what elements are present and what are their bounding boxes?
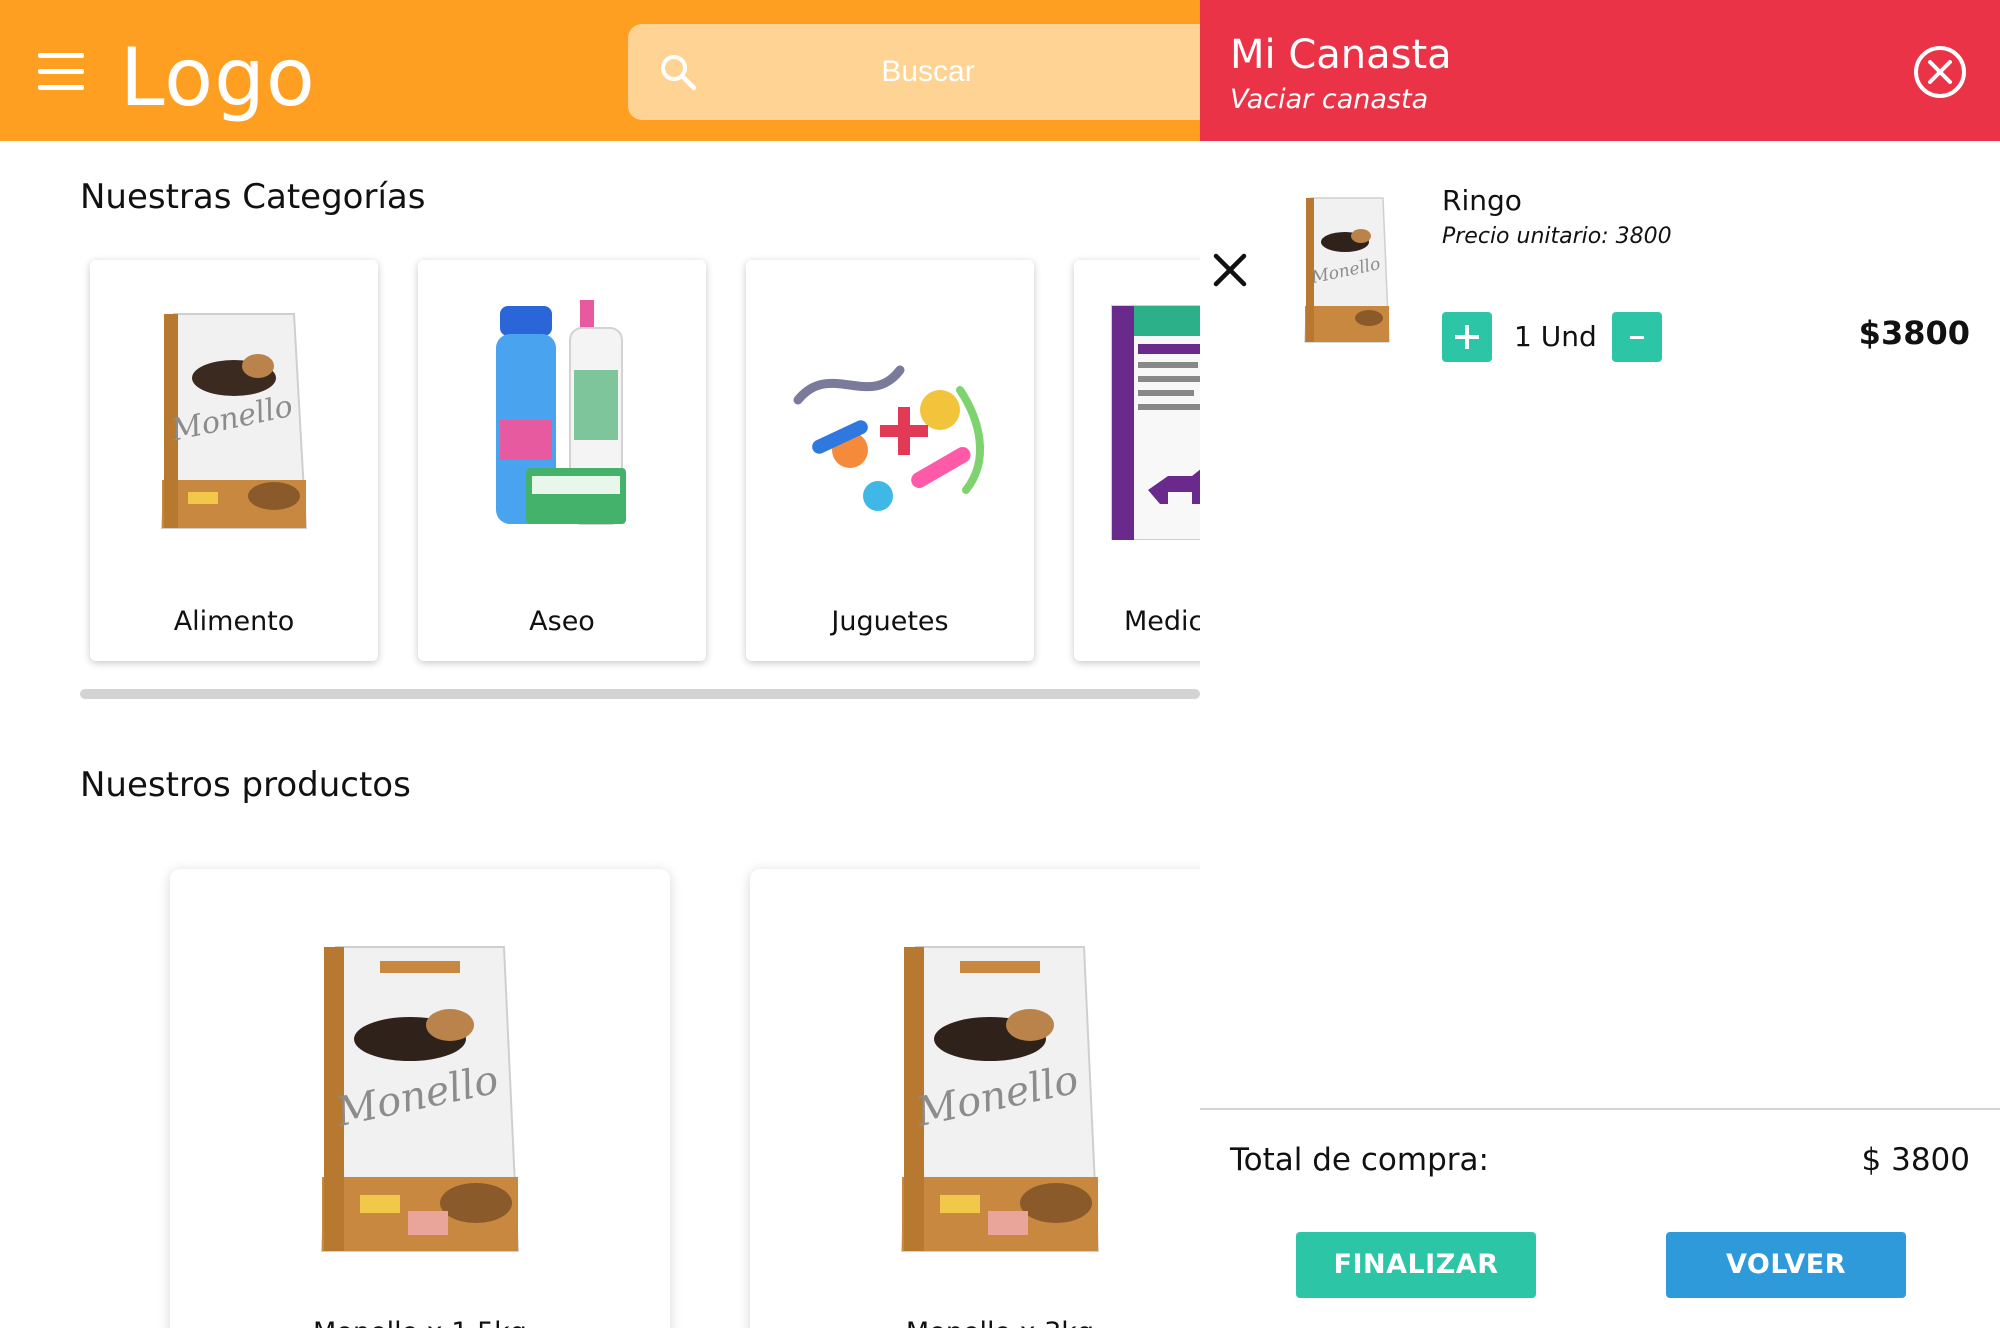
search-icon[interactable] bbox=[656, 50, 700, 94]
empty-cart-link[interactable]: Vaciar canasta bbox=[1230, 84, 1428, 115]
dog-toys-icon bbox=[793, 365, 984, 511]
menu-icon[interactable] bbox=[38, 53, 84, 91]
product-card[interactable]: Monello Monello x 3kg bbox=[750, 869, 1200, 1328]
category-card-aseo[interactable]: Aseo bbox=[418, 260, 706, 661]
categories-carousel: Monello Alimento Aseo Juguetes Medic bbox=[90, 260, 1200, 662]
cart-header: Mi Canasta Vaciar canasta bbox=[1200, 0, 2000, 141]
increase-quantity-button[interactable] bbox=[1442, 312, 1492, 362]
close-circle-icon[interactable] bbox=[1912, 44, 1968, 100]
top-header: Logo bbox=[0, 0, 1228, 141]
dog-food-bag-icon: Monello bbox=[900, 946, 1100, 1252]
cart-item-total: $3800 bbox=[1858, 314, 1970, 352]
cart-item-name: Ringo bbox=[1442, 184, 1522, 217]
remove-item-icon[interactable] bbox=[1210, 250, 1250, 290]
dog-food-bag-icon: Monello bbox=[160, 313, 308, 529]
cart-item-quantity: 1 Und bbox=[1514, 320, 1597, 353]
cart-item-unit-price: Precio unitario: 3800 bbox=[1442, 224, 1672, 249]
category-label: Alimento bbox=[173, 606, 295, 637]
category-label: Aseo bbox=[529, 606, 595, 637]
divider bbox=[1200, 1108, 2000, 1110]
shampoo-bottles-icon bbox=[496, 300, 626, 525]
logo[interactable]: Logo bbox=[120, 28, 316, 128]
products-title: Nuestros productos bbox=[80, 765, 411, 805]
product-name: Monello x 3kg bbox=[750, 1317, 1200, 1328]
dog-food-bag-icon: Monello bbox=[320, 946, 520, 1252]
cart-drawer: Mi Canasta Vaciar canasta Monello Ringo … bbox=[1200, 0, 2000, 1328]
category-label: Juguetes bbox=[831, 606, 949, 637]
dog-food-bag-icon: Monello bbox=[1304, 197, 1390, 343]
category-card-medicamentos[interactable]: Medic bbox=[1074, 260, 1200, 661]
search-bar[interactable] bbox=[628, 24, 1228, 120]
finish-button[interactable]: FINALIZAR bbox=[1296, 1232, 1536, 1298]
medicine-box-icon bbox=[1111, 305, 1200, 540]
product-card[interactable]: Monello Monello x 1,5kg bbox=[170, 869, 670, 1328]
cart-total-label: Total de compra: bbox=[1230, 1142, 1489, 1178]
category-card-juguetes[interactable]: Juguetes bbox=[746, 260, 1034, 661]
search-input[interactable] bbox=[728, 24, 1128, 120]
categories-scrollbar[interactable] bbox=[80, 689, 1200, 699]
product-name: Monello x 1,5kg bbox=[170, 1317, 670, 1328]
category-card-alimento[interactable]: Monello Alimento bbox=[90, 260, 378, 661]
categories-title: Nuestras Categorías bbox=[80, 177, 426, 217]
back-button[interactable]: VOLVER bbox=[1666, 1232, 1906, 1298]
main-content: Nuestras Categorías Monello Alimento Ase… bbox=[0, 141, 1200, 1328]
cart-title: Mi Canasta bbox=[1230, 32, 1452, 78]
cart-total-value: $ 3800 bbox=[1861, 1142, 1970, 1178]
category-label: Medic bbox=[1124, 606, 1200, 637]
decrease-quantity-button[interactable] bbox=[1612, 312, 1662, 362]
